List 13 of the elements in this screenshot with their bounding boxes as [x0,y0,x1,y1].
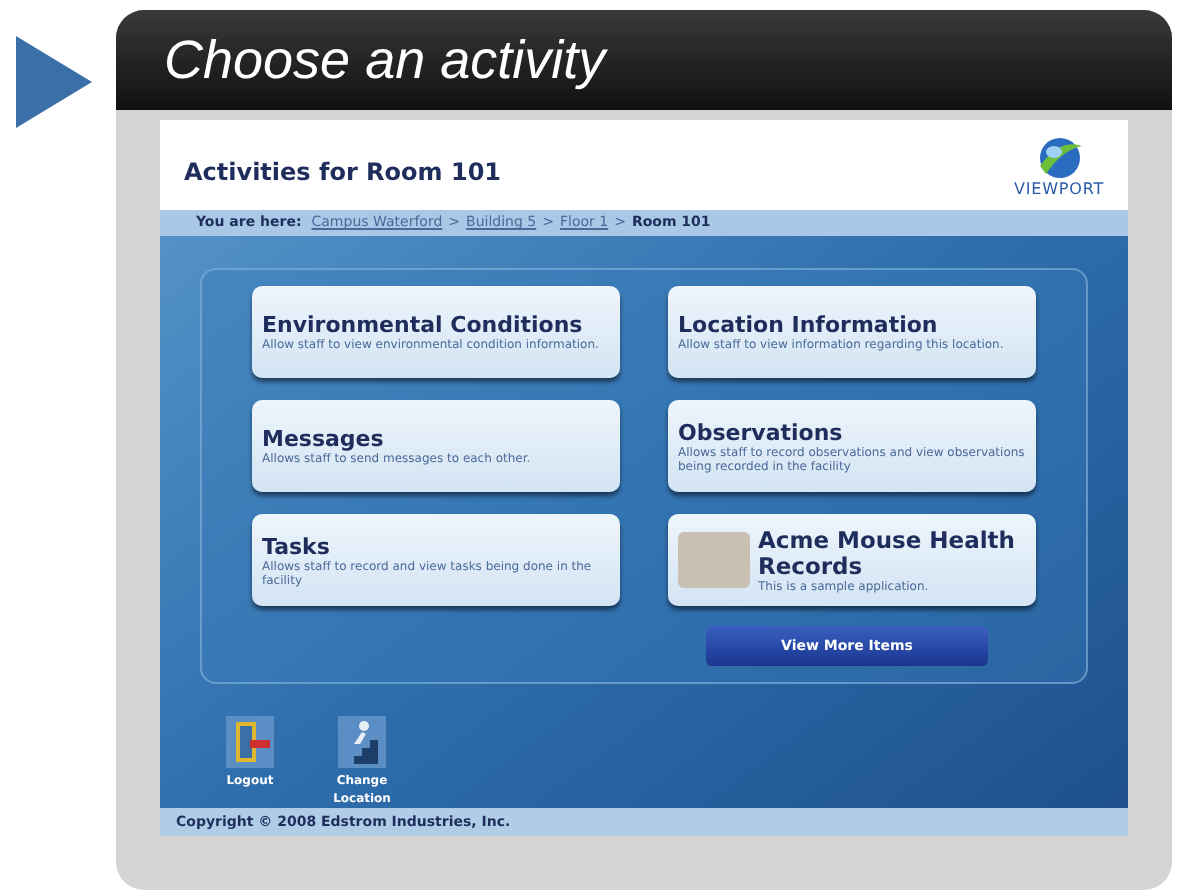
activity-title: Observations [678,419,845,445]
activity-title: Environmental Conditions [262,312,585,338]
person-stairs-icon [338,716,386,768]
activity-title: Messages [262,426,386,452]
banner-title: Choose an activity [164,33,606,87]
activity-title: Acme Mouse Health Records [758,527,1017,579]
logo-text: VIEWPORT [1014,181,1104,197]
page-title: Activities for Room 101 [184,155,502,189]
triangle-arrow-icon [16,36,92,128]
activity-title: Location Information [678,312,940,338]
door-exit-icon [226,716,274,768]
photo-placeholder [678,532,750,588]
activity-title: Tasks [262,533,332,559]
